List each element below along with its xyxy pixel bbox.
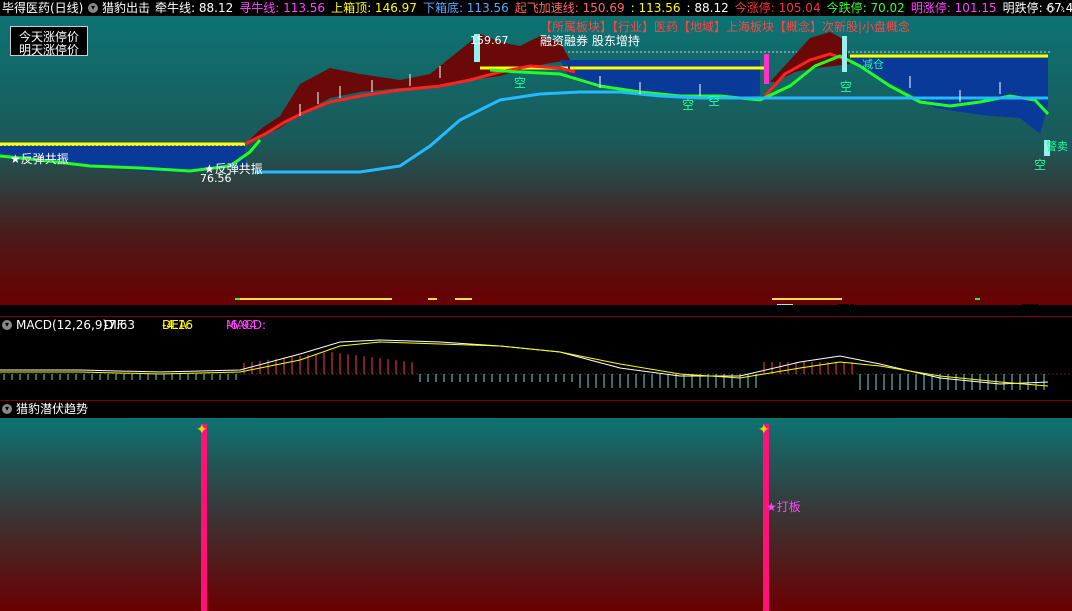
tag-zeng[interactable]: 增 — [1022, 304, 1039, 305]
indicator-item: 寻牛线: 113.56 — [239, 1, 326, 15]
candle-magenta — [764, 54, 769, 84]
trend-svg: ✦ ✦ — [0, 418, 1072, 611]
empty-signal-3: 空 — [708, 94, 721, 108]
indicator-item: 牵牛线: 88.12 — [155, 1, 234, 15]
trend-chart[interactable]: ✦ ✦ ★打板 — [0, 418, 1072, 611]
diamond-icon[interactable]: ◇ — [1046, 0, 1055, 16]
sell-alert: 警卖 — [1046, 140, 1068, 153]
indicator-item: 起飞加速线: 150.69 — [514, 1, 625, 15]
empty-signal-1: 空 — [514, 76, 527, 90]
reduce-signal: 减仓 — [862, 58, 884, 71]
macd-header: ▾ MACD(12,26,9) DIF: -7.63 DEA: -4.16 MA… — [0, 318, 1072, 333]
tag-jie[interactable]: 解 — [777, 304, 794, 305]
butterfly-icon: ✦ — [758, 422, 770, 438]
star-icon: ★ — [204, 162, 215, 176]
price-chart-svg — [0, 16, 1072, 305]
empty-signal-5: 空 — [1034, 158, 1047, 172]
macd-chart[interactable] — [0, 334, 1072, 400]
indicator-item: : 113.56 — [630, 1, 681, 15]
board-signal-label: ★打板 — [766, 500, 801, 514]
trend-header: ▾ 猎豹潜伏趋势 — [0, 402, 1072, 417]
chevron-right-icon[interactable]: › — [1060, 0, 1065, 16]
rebound-signal-1: ★反弹共振 — [10, 152, 69, 166]
candle-cyan — [842, 36, 847, 72]
signal-bar-2 — [763, 424, 769, 611]
stock-title: 毕得医药(日线) — [2, 1, 84, 15]
limit-price-legend: 今天涨停价 明天涨停价 — [10, 26, 88, 57]
butterfly-icon: ✦ — [196, 422, 208, 438]
indicator-item: 上箱顶: 146.97 — [331, 1, 417, 15]
indicator-header-bar: 毕得医药(日线) ▾ 猎豹出击 牵牛线: 88.12 寻牛线: 113.56 上箱顶… — [0, 0, 1072, 16]
indicator-item: 今涨停: 105.04 — [734, 1, 821, 15]
macd-svg — [0, 339, 1072, 390]
signal-bar-1 — [201, 424, 207, 611]
empty-signal-2: 空 — [682, 98, 695, 112]
star-icon: ★ — [10, 152, 21, 166]
tomorrow-limit-label: 明天涨停价 — [19, 43, 80, 57]
collapse-circle-icon[interactable]: ▾ — [2, 404, 12, 414]
margin-label: 融资融券 股东增持 — [540, 34, 640, 48]
indicator-item: 今跌停: 70.02 — [826, 1, 905, 15]
indicator-item: 明涨停: 101.15 — [910, 1, 997, 15]
macd-title: MACD(12,26,9) — [16, 318, 108, 332]
collapse-circle-icon[interactable]: ▾ — [2, 320, 12, 330]
indicator-values: 牵牛线: 88.12 寻牛线: 113.56 上箱顶: 146.97 下箱底: 113… — [155, 0, 1072, 16]
indicator-item: 下箱底: 113.56 — [422, 1, 509, 15]
collapse-circle-icon[interactable]: ▾ — [88, 3, 98, 13]
main-price-chart[interactable]: 今天涨停价 明天涨停价 【所属板块】【行业】医药【地域】上海板块【概念】次新股|… — [0, 16, 1072, 305]
trend-title: 猎豹潜伏趋势 — [16, 402, 89, 416]
high-price-label: 159.67 — [470, 34, 509, 47]
indicator-name: 猎豹出击 — [102, 1, 151, 15]
rebound-signal-2: ★反弹共振 — [204, 162, 263, 176]
indicator-item: : 88.12 — [686, 1, 729, 15]
empty-signal-4: 空 — [840, 80, 853, 94]
tag-cai[interactable]: 财 — [838, 304, 855, 305]
